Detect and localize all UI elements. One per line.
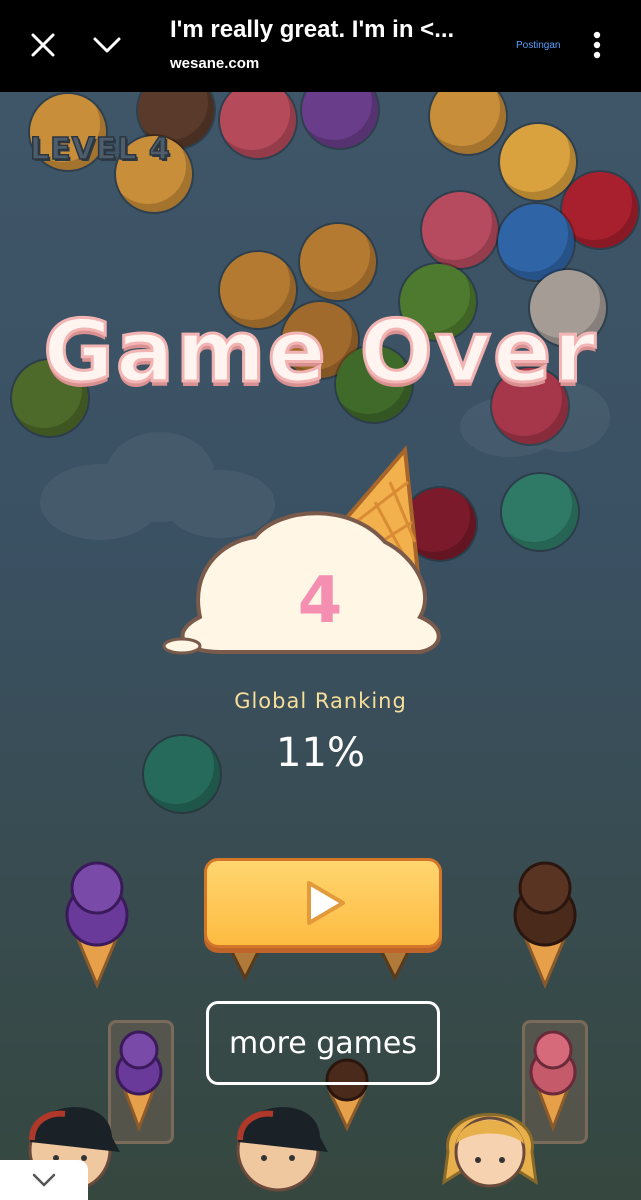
- more-vert-icon: [593, 31, 601, 59]
- ice-cream-ball: [422, 192, 498, 268]
- more-games-button[interactable]: more games: [206, 1001, 440, 1085]
- page-domain: wesane.com: [170, 55, 260, 72]
- expand-tab[interactable]: [0, 1160, 88, 1200]
- browser-top-bar: I'm really great. I'm in <... wesane.com…: [0, 0, 641, 92]
- global-ranking-value: 11%: [276, 730, 365, 776]
- chevron-down-icon: [93, 37, 121, 53]
- ice-cream-cone: [115, 1030, 163, 1132]
- ice-cream-ball: [220, 92, 296, 158]
- close-button[interactable]: [20, 22, 66, 68]
- page-title: I'm really great. I'm in <...: [170, 16, 455, 43]
- ice-cream-ball: [300, 224, 376, 300]
- more-options-button[interactable]: [574, 22, 620, 68]
- character-boy: [236, 1107, 328, 1192]
- post-link[interactable]: Postingan: [516, 40, 560, 51]
- ice-cream-ball: [302, 92, 378, 148]
- play-icon: [307, 881, 345, 925]
- collapse-button[interactable]: [84, 22, 130, 68]
- ice-cream-ball: [498, 204, 574, 280]
- play-again-button[interactable]: [204, 858, 442, 948]
- chevron-down-icon: [32, 1173, 56, 1187]
- close-icon: [31, 33, 55, 57]
- ice-cream-ball: [500, 124, 576, 200]
- ice-cream-ball: [430, 92, 506, 154]
- game-over-title: Game Over: [42, 301, 598, 404]
- ice-cream-ball: [502, 474, 578, 550]
- ice-cream-cone: [65, 861, 129, 989]
- level-label: LEVEL 4: [29, 131, 171, 168]
- ice-cream-cone: [513, 861, 577, 989]
- score-value: 4: [297, 564, 343, 638]
- character-girl: [442, 1113, 538, 1188]
- game-canvas[interactable]: LEVEL 4 4 Game Over Global Ranking 11% m…: [0, 92, 641, 1200]
- global-ranking-label: Global Ranking: [234, 689, 407, 713]
